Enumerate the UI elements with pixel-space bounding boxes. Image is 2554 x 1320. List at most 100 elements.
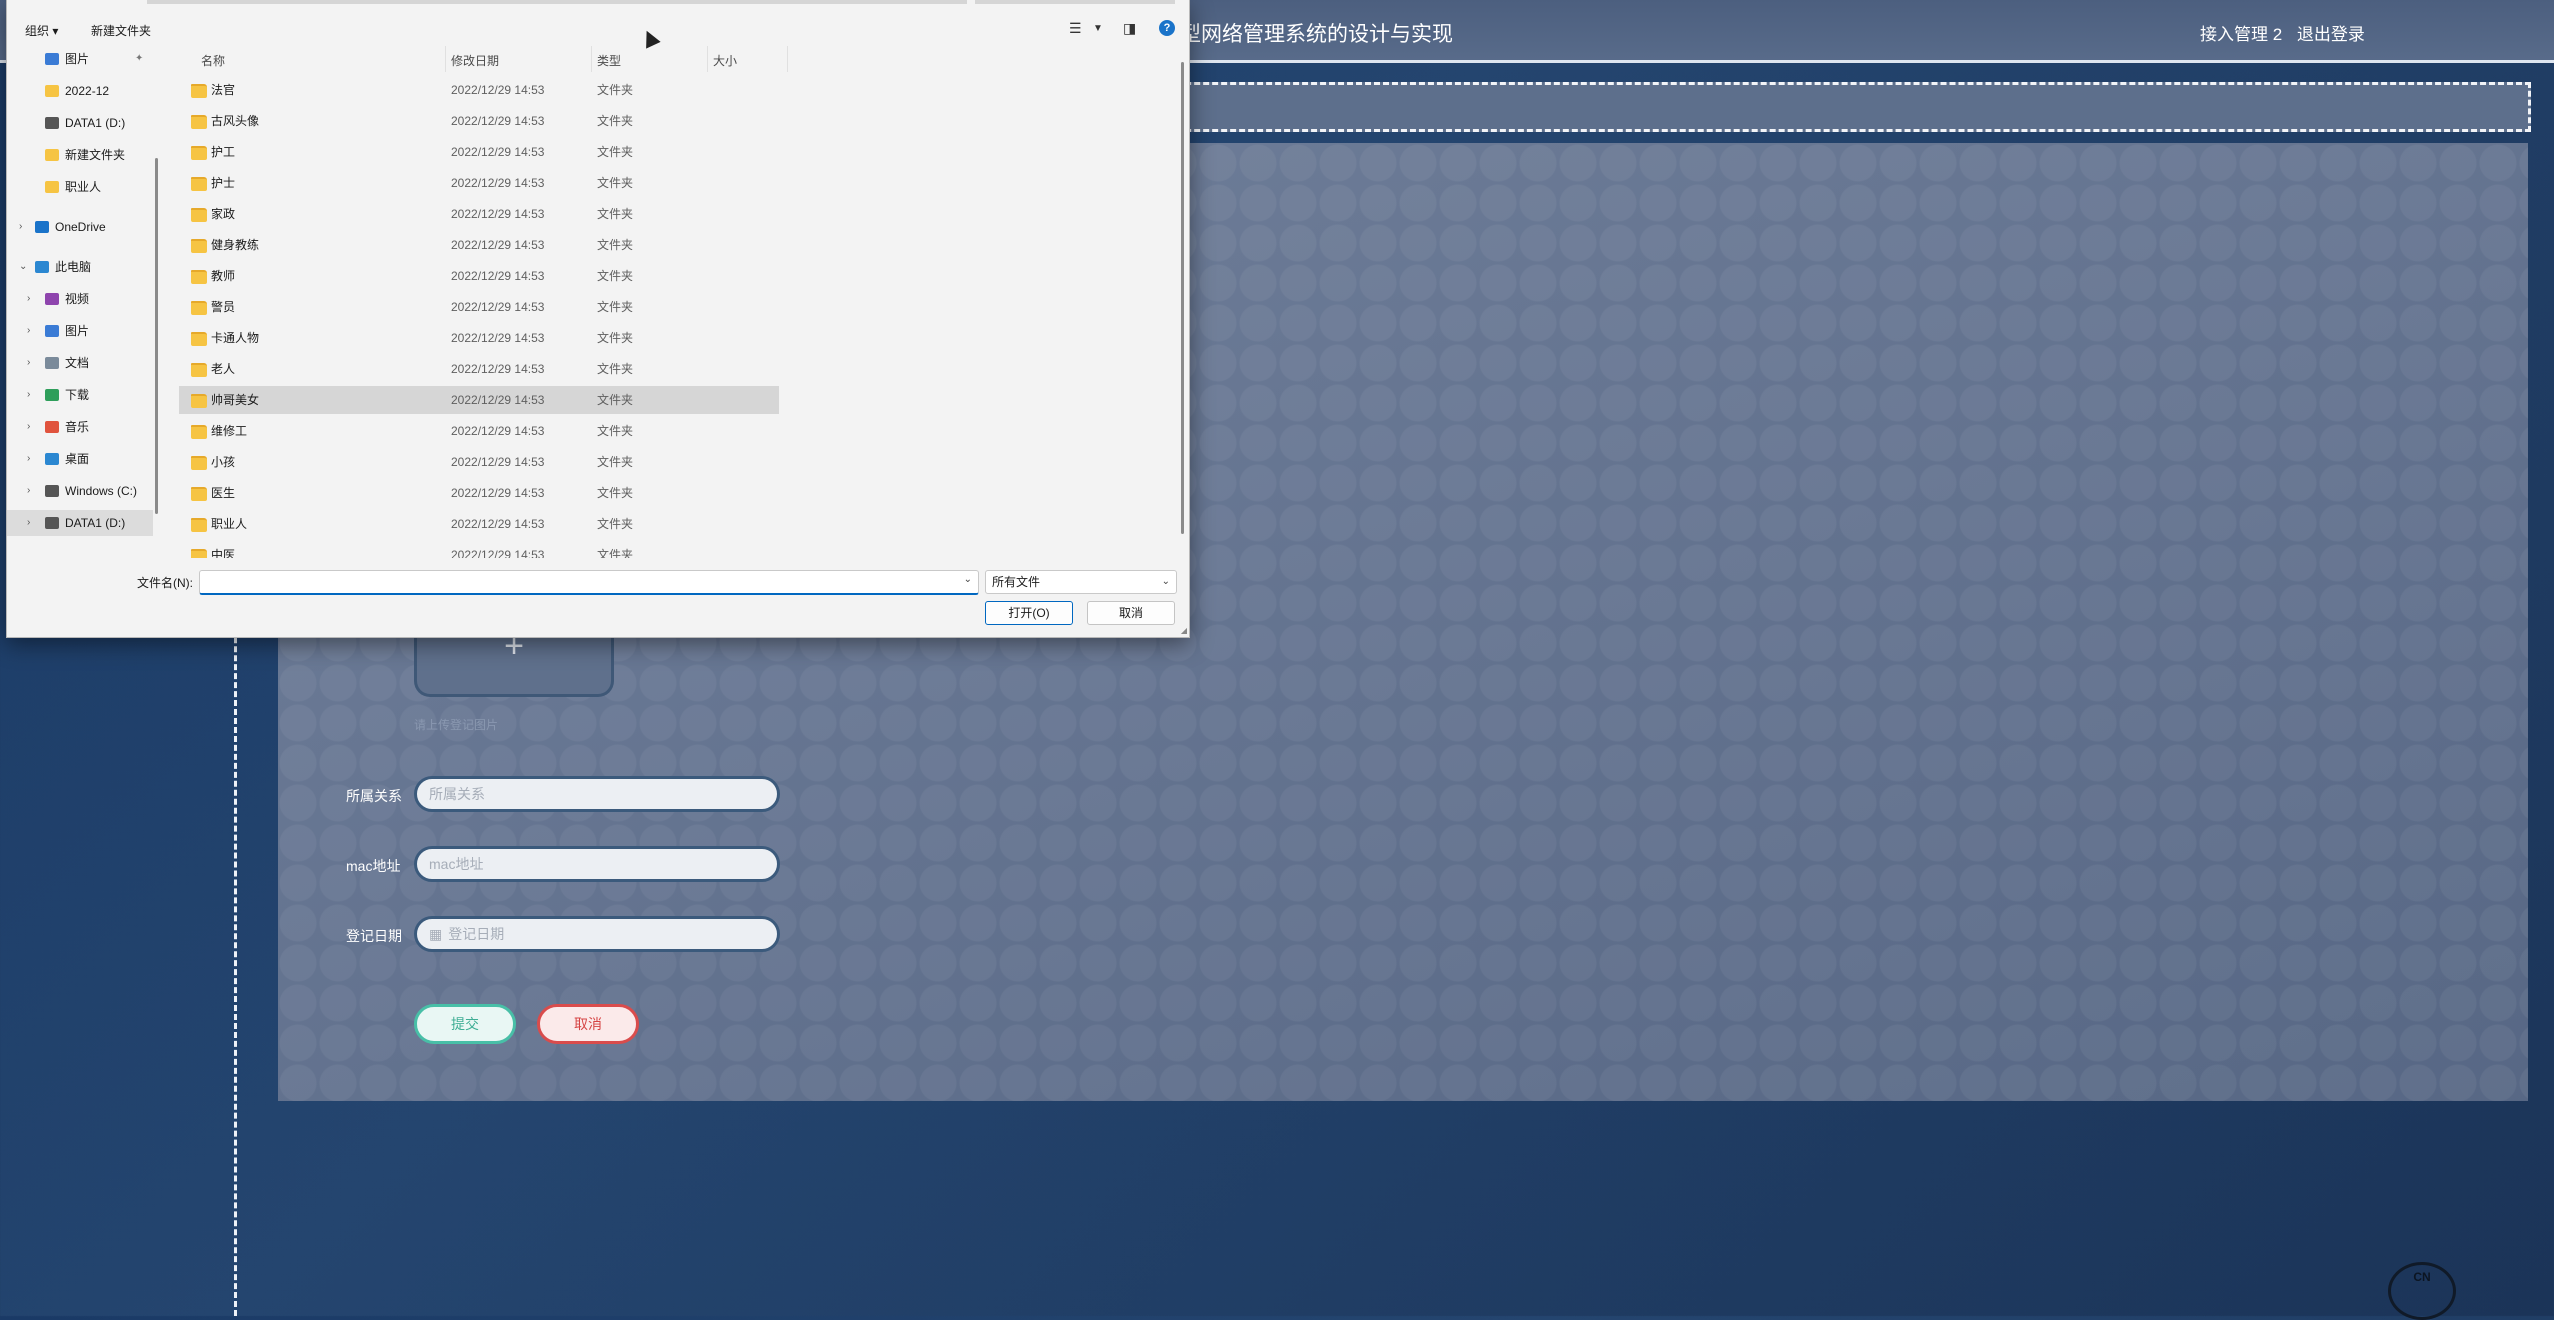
nav-item-label: 文档	[65, 356, 90, 370]
nav-item[interactable]: 新建文件夹	[7, 142, 153, 168]
folder-icon	[191, 332, 207, 346]
nav-item-label: DATA1 (D:)	[65, 116, 126, 130]
nav-item-label: OneDrive	[55, 220, 106, 234]
file-row[interactable]: 教师 2022/12/29 14:53 文件夹	[179, 262, 779, 290]
file-row[interactable]: 中医 2022/12/29 14:53 文件夹	[179, 541, 779, 558]
relation-input[interactable]: 所属关系	[414, 776, 780, 812]
pictures-icon	[45, 53, 59, 65]
file-row[interactable]: 医生 2022/12/29 14:53 文件夹	[179, 479, 779, 507]
column-header-date[interactable]: 修改日期	[451, 52, 499, 69]
chevron-down-icon[interactable]: ▼	[1093, 23, 1103, 34]
folder-icon	[191, 208, 207, 222]
nav-item[interactable]: 图片 ✦	[7, 46, 153, 72]
file-name: 维修工	[211, 424, 248, 438]
nav-item-label: 视频	[65, 292, 90, 306]
file-date: 2022/12/29 14:53	[451, 455, 545, 469]
nav-item[interactable]: › Windows (C:)	[7, 478, 153, 504]
file-row[interactable]: 维修工 2022/12/29 14:53 文件夹	[179, 417, 779, 445]
chevron-right-icon[interactable]: ›	[27, 478, 30, 504]
submit-button[interactable]: 提交	[414, 1004, 516, 1044]
file-type: 文件夹	[597, 331, 634, 345]
organize-button[interactable]: 组织 ▾	[25, 22, 58, 39]
nav-item[interactable]: 2022-12	[7, 78, 153, 104]
file-row[interactable]: 小孩 2022/12/29 14:53 文件夹	[179, 448, 779, 476]
nav-item-label: 此电脑	[55, 260, 92, 274]
file-row[interactable]: 帅哥美女 2022/12/29 14:53 文件夹	[179, 386, 779, 414]
file-row[interactable]: 健身教练 2022/12/29 14:53 文件夹	[179, 231, 779, 259]
nav-item-label: 音乐	[65, 420, 90, 434]
nav-item[interactable]: › 音乐	[7, 414, 153, 440]
filetype-select[interactable]: 所有文件 ⌄	[985, 570, 1177, 594]
open-button[interactable]: 打开(O)	[985, 601, 1073, 625]
file-row[interactable]: 警员 2022/12/29 14:53 文件夹	[179, 293, 779, 321]
file-open-dialog: 组织 ▾ 新建文件夹 ☰ ▼ ◨ ? 图片 ✦ 2022-12 DATA1 (D:) 新…	[6, 0, 1190, 638]
file-date: 2022/12/29 14:53	[451, 517, 545, 531]
computer-icon	[35, 261, 49, 273]
drive-icon	[45, 117, 59, 129]
column-header-name[interactable]: 名称	[201, 52, 225, 69]
nav-item[interactable]: › 桌面	[7, 446, 153, 472]
resize-grip-icon[interactable]: ◢	[1181, 626, 1187, 635]
nav-scrollbar[interactable]	[155, 158, 158, 514]
chevron-right-icon[interactable]: ›	[27, 446, 30, 472]
file-type: 文件夹	[597, 83, 634, 97]
chevron-right-icon[interactable]: ›	[27, 318, 30, 344]
new-folder-button[interactable]: 新建文件夹	[91, 22, 151, 39]
file-row[interactable]: 法官 2022/12/29 14:53 文件夹	[179, 76, 779, 104]
nav-item[interactable]: › 视频	[7, 286, 153, 312]
file-row[interactable]: 家政 2022/12/29 14:53 文件夹	[179, 200, 779, 228]
pictures-icon	[45, 325, 59, 337]
mac-input[interactable]: mac地址	[414, 846, 780, 882]
chevron-down-icon[interactable]: ⌄	[964, 574, 972, 585]
chevron-right-icon[interactable]: ›	[27, 382, 30, 408]
column-header-type[interactable]: 类型	[597, 52, 621, 69]
chevron-right-icon[interactable]: ›	[27, 510, 30, 536]
nav-item[interactable]: › 文档	[7, 350, 153, 376]
chevron-right-icon[interactable]: ›	[19, 214, 22, 240]
chevron-right-icon[interactable]: ›	[27, 350, 30, 376]
folder-icon	[45, 181, 59, 193]
cancel-form-button[interactable]: 取消	[537, 1004, 639, 1044]
file-type: 文件夹	[597, 362, 634, 376]
file-type: 文件夹	[597, 238, 634, 252]
chevron-right-icon[interactable]: ›	[27, 414, 30, 440]
file-row[interactable]: 护工 2022/12/29 14:53 文件夹	[179, 138, 779, 166]
filename-label: 文件名(N):	[137, 576, 193, 590]
folder-icon	[191, 146, 207, 160]
file-row[interactable]: 卡通人物 2022/12/29 14:53 文件夹	[179, 324, 779, 352]
filename-input[interactable]: ⌄	[199, 570, 979, 595]
file-type: 文件夹	[597, 300, 634, 314]
nav-item[interactable]: DATA1 (D:)	[7, 110, 153, 136]
nav-item[interactable]: › 下载	[7, 382, 153, 408]
calendar-icon: ▦	[429, 926, 443, 942]
cloud-icon	[35, 221, 49, 233]
cancel-button[interactable]: 取消	[1087, 601, 1175, 625]
chevron-right-icon[interactable]: ›	[27, 286, 30, 312]
help-icon[interactable]: ?	[1159, 20, 1175, 36]
file-row[interactable]: 职业人 2022/12/29 14:53 文件夹	[179, 510, 779, 538]
nav-item[interactable]: › 图片	[7, 318, 153, 344]
file-list-scrollbar[interactable]	[1181, 62, 1184, 534]
column-header-size[interactable]: 大小	[713, 52, 737, 69]
file-row[interactable]: 老人 2022/12/29 14:53 文件夹	[179, 355, 779, 383]
file-date: 2022/12/29 14:53	[451, 362, 545, 376]
nav-item[interactable]: ⌄ 此电脑	[7, 254, 153, 280]
desktop-icon	[45, 453, 59, 465]
nav-item[interactable]: 职业人	[7, 174, 153, 200]
nav-item[interactable]: › DATA1 (D:)	[7, 510, 153, 536]
folder-icon	[191, 518, 207, 532]
file-name: 法官	[211, 83, 236, 97]
date-input[interactable]: ▦ 登记日期	[414, 916, 780, 952]
file-row[interactable]: 护士 2022/12/29 14:53 文件夹	[179, 169, 779, 197]
nav-item[interactable]: › OneDrive	[7, 214, 153, 240]
file-row[interactable]: 古风头像 2022/12/29 14:53 文件夹	[179, 107, 779, 135]
preview-pane-icon[interactable]: ◨	[1123, 20, 1136, 37]
folder-icon	[45, 149, 59, 161]
file-date: 2022/12/29 14:53	[451, 548, 545, 558]
chevron-down-icon[interactable]: ⌄	[19, 254, 27, 280]
logout-link[interactable]: 退出登录	[2297, 25, 2365, 44]
view-list-icon[interactable]: ☰	[1069, 20, 1082, 37]
folder-icon	[191, 239, 207, 253]
documents-icon	[45, 357, 59, 369]
user-label: 接入管理 2	[2200, 25, 2283, 44]
